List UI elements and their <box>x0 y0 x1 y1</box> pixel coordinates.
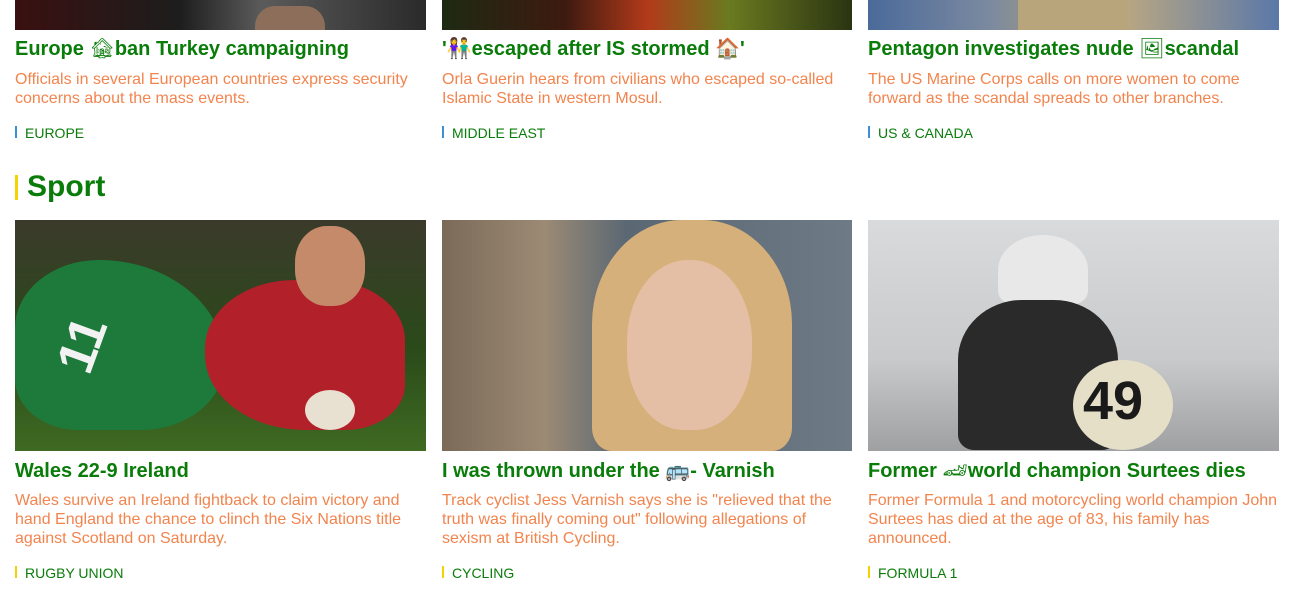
story-summary: The US Marine Corps calls on more women … <box>868 71 1240 107</box>
story-summary: Wales survive an Ireland fightback to cl… <box>15 492 402 547</box>
story-headline[interactable]: Wales 22-9 Ireland <box>15 459 435 483</box>
bus-emoji-icon: 🚌 <box>665 460 691 482</box>
story-image[interactable]: 49 <box>868 220 1279 451</box>
story-section-tag[interactable]: EUROPE <box>15 126 84 140</box>
framed-picture-emoji-icon: 🖼 <box>1139 38 1165 60</box>
story-image[interactable] <box>442 0 852 30</box>
house-emoji-icon: 🏚 <box>89 38 115 60</box>
story-image[interactable] <box>15 0 426 30</box>
story-image[interactable]: 11 <box>15 220 426 451</box>
story-section-tag[interactable]: US & CANADA <box>868 126 973 140</box>
story-section-tag[interactable]: RUGBY UNION <box>15 566 124 580</box>
story-summary: Track cyclist Jess Varnish says she is "… <box>442 492 832 547</box>
story-headline[interactable]: '👫escaped after IS stormed 🏠' <box>442 37 862 61</box>
story-image[interactable] <box>868 0 1279 30</box>
story-headline[interactable]: Pentagon investigates nude 🖼scandal <box>868 37 1288 61</box>
story-summary: Orla Guerin hears from civilians who esc… <box>442 71 834 107</box>
story-section-tag[interactable]: FORMULA 1 <box>868 566 957 580</box>
story-headline[interactable]: Europe 🏚ban Turkey campaigning <box>15 37 435 61</box>
story-section-tag[interactable]: MIDDLE EAST <box>442 126 545 140</box>
story-headline[interactable]: Former 🏎world champion Surtees dies <box>868 459 1288 483</box>
story-section-tag[interactable]: CYCLING <box>442 566 514 580</box>
story-summary: Former Formula 1 and motorcycling world … <box>868 492 1278 547</box>
story-image[interactable] <box>442 220 852 451</box>
couple-emoji-icon: 👫 <box>446 38 472 60</box>
racing-car-emoji-icon: 🏎 <box>942 460 968 482</box>
race-number: 49 <box>1083 371 1144 431</box>
story-summary: Officials in several European countries … <box>15 71 408 107</box>
section-title-sport[interactable]: Sport <box>15 168 105 206</box>
story-headline[interactable]: I was thrown under the 🚌- Varnish <box>442 459 862 483</box>
